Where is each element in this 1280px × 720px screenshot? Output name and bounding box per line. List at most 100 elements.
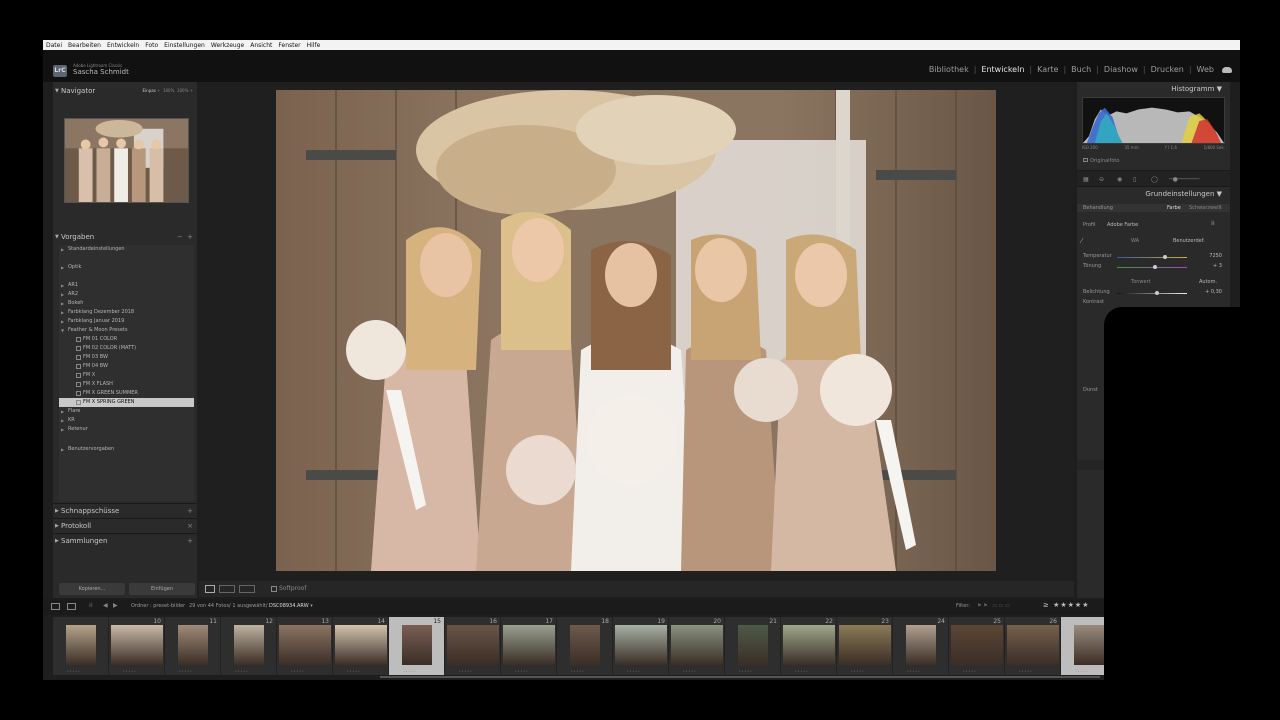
- zoom-100[interactable]: 100%: [163, 88, 174, 93]
- collapsed-triangle-icon[interactable]: ▶: [61, 245, 64, 254]
- spot-removal-icon[interactable]: ⊖: [1099, 176, 1104, 183]
- preset-group[interactable]: ▶ KR: [59, 416, 194, 425]
- profile-value[interactable]: Adobe Farbe: [1107, 222, 1138, 228]
- preset-group[interactable]: ▶ Optik: [59, 263, 194, 272]
- filmstrip-cell[interactable]: 24 •••••: [893, 617, 949, 675]
- presets-header[interactable]: ▼ Vorgaben − +: [53, 231, 197, 243]
- zoom-custom[interactable]: 100%: [177, 88, 188, 93]
- temp-value[interactable]: 7250: [1209, 253, 1222, 259]
- temp-slider[interactable]: [1117, 255, 1187, 259]
- rating-dots[interactable]: •••••: [739, 669, 753, 673]
- preset-group[interactable]: ▶ Flare: [59, 407, 194, 416]
- photo-thumbnail[interactable]: [1007, 625, 1059, 665]
- photo-thumbnail[interactable]: [402, 625, 432, 665]
- photo-thumbnail[interactable]: [738, 625, 768, 665]
- preset-item[interactable]: FM X SPRING GREEN: [59, 398, 194, 407]
- treatment-bw[interactable]: Schwarzweiß: [1189, 205, 1222, 211]
- photo-thumbnail[interactable]: [671, 625, 723, 665]
- panel-header-0[interactable]: ▶ Schnappschüsse +: [53, 503, 197, 518]
- panel-control[interactable]: ×: [187, 519, 193, 534]
- panel-control[interactable]: +: [187, 534, 193, 549]
- grid-view-icon[interactable]: ⁞⁞: [89, 602, 93, 609]
- filmstrip-cell[interactable]: 12 •••••: [221, 617, 277, 675]
- module-buch[interactable]: Buch: [1071, 65, 1091, 74]
- filmstrip-cell[interactable]: 11 •••••: [165, 617, 221, 675]
- photo-thumbnail[interactable]: [279, 625, 331, 665]
- back-arrow-icon[interactable]: ◀: [103, 602, 108, 609]
- compare-view-icon[interactable]: [219, 585, 235, 593]
- histogram-header[interactable]: Histogramm ▼: [1171, 85, 1222, 93]
- filmstrip-cell[interactable]: 14 •••••: [333, 617, 389, 675]
- rating-dots[interactable]: •••••: [179, 669, 193, 673]
- filmstrip-cell[interactable]: 22 •••••: [781, 617, 837, 675]
- filmstrip-cell[interactable]: 26 •••••: [1005, 617, 1061, 675]
- wb-eyedropper-icon[interactable]: ⁄: [1081, 237, 1082, 245]
- preset-item[interactable]: FM 02 COLOR (MATT): [59, 344, 194, 353]
- filmstrip-cell[interactable]: 19 •••••: [613, 617, 669, 675]
- navigator-preview[interactable]: [64, 118, 189, 203]
- treatment-color[interactable]: Farbe: [1167, 205, 1181, 211]
- photo-thumbnail[interactable]: [906, 625, 936, 665]
- exposure-slider[interactable]: [1117, 291, 1187, 295]
- collapsed-triangle-icon[interactable]: ▶: [61, 445, 64, 454]
- main-photo[interactable]: [276, 90, 996, 571]
- panel-header-1[interactable]: ▶ Protokoll ×: [53, 518, 197, 533]
- preset-add-remove[interactable]: − +: [177, 231, 193, 243]
- rating-dots[interactable]: •••••: [403, 669, 417, 673]
- rating-dots[interactable]: •••••: [907, 669, 921, 673]
- photo-thumbnail[interactable]: [178, 625, 208, 665]
- tint-slider[interactable]: [1117, 265, 1187, 269]
- rating-dots[interactable]: •••••: [683, 669, 697, 673]
- star-rating-filter[interactable]: ≥ ★★★★★: [1043, 601, 1089, 609]
- exposure-value[interactable]: + 0,30: [1205, 289, 1222, 295]
- temp-slider-knob[interactable]: [1163, 255, 1167, 259]
- module-entwickeln[interactable]: Entwickeln: [981, 65, 1024, 74]
- graduated-filter-icon[interactable]: ▯: [1133, 176, 1136, 183]
- loupe-view-icon[interactable]: [205, 585, 215, 593]
- preset-item[interactable]: FM 03 BW: [59, 353, 194, 362]
- panel-header-2[interactable]: ▶ Sammlungen +: [53, 533, 197, 548]
- preset-item[interactable]: FM X: [59, 371, 194, 380]
- preset-group[interactable]: ▶ Bokeh: [59, 299, 194, 308]
- basic-header[interactable]: Grundeinstellungen ▼: [1145, 190, 1222, 198]
- photo-thumbnail[interactable]: [234, 625, 264, 665]
- rating-dots[interactable]: •••••: [459, 669, 473, 673]
- cloud-sync-icon[interactable]: [1222, 66, 1232, 73]
- before-after-icon[interactable]: [239, 585, 255, 593]
- second-window-icon[interactable]: [67, 603, 76, 610]
- filmstrip-cell[interactable]: 25 •••••: [949, 617, 1005, 675]
- menu-item[interactable]: Entwickeln: [107, 42, 139, 49]
- photo-thumbnail[interactable]: [503, 625, 555, 665]
- filmstrip-cell[interactable]: 16 •••••: [445, 617, 501, 675]
- preset-group[interactable]: ▶ Farbklang Januar 2019: [59, 317, 194, 326]
- module-bibliothek[interactable]: Bibliothek: [929, 65, 969, 74]
- preset-group[interactable]: ▶ Benutzervorgaben: [59, 445, 194, 454]
- navigator-zoom-options[interactable]: Einpas ÷ 100% 100% ÷: [143, 85, 193, 97]
- tint-value[interactable]: + 3: [1213, 263, 1222, 269]
- filmstrip-cell[interactable]: 23 •••••: [837, 617, 893, 675]
- photo-thumbnail[interactable]: [335, 625, 387, 665]
- menu-item[interactable]: Hilfe: [307, 42, 321, 49]
- module-karte[interactable]: Karte: [1037, 65, 1058, 74]
- menu-item[interactable]: Werkzeuge: [211, 42, 244, 49]
- histogram[interactable]: [1082, 97, 1225, 144]
- filmstrip-cell[interactable]: 10 •••••: [109, 617, 165, 675]
- collapsed-triangle-icon[interactable]: ▶: [61, 407, 64, 416]
- rating-dots[interactable]: •••••: [67, 669, 81, 673]
- preset-group[interactable]: ▶ AR2: [59, 290, 194, 299]
- preset-item[interactable]: FM 04 BW: [59, 362, 194, 371]
- menu-item[interactable]: Ansicht: [250, 42, 272, 49]
- photo-thumbnail[interactable]: [66, 625, 96, 665]
- exposure-slider-knob[interactable]: [1155, 291, 1159, 295]
- preset-group[interactable]: ▼ Feather & Moon Presets: [59, 326, 194, 335]
- collapsed-triangle-icon[interactable]: ▶: [61, 263, 64, 272]
- collapsed-triangle-icon[interactable]: ▶: [61, 281, 64, 290]
- crop-tool-icon[interactable]: ▦: [1083, 176, 1089, 183]
- filmstrip-cell[interactable]: 15 •••••: [389, 617, 445, 675]
- forward-arrow-icon[interactable]: ▶: [113, 602, 118, 609]
- preset-group[interactable]: ▶ Standardeinstellungen: [59, 245, 194, 254]
- preset-group[interactable]: ▶ Retenur: [59, 425, 194, 434]
- collapsed-triangle-icon[interactable]: ▶: [61, 425, 64, 434]
- rating-dots[interactable]: •••••: [123, 669, 137, 673]
- filmstrip-cell[interactable]: 20 •••••: [669, 617, 725, 675]
